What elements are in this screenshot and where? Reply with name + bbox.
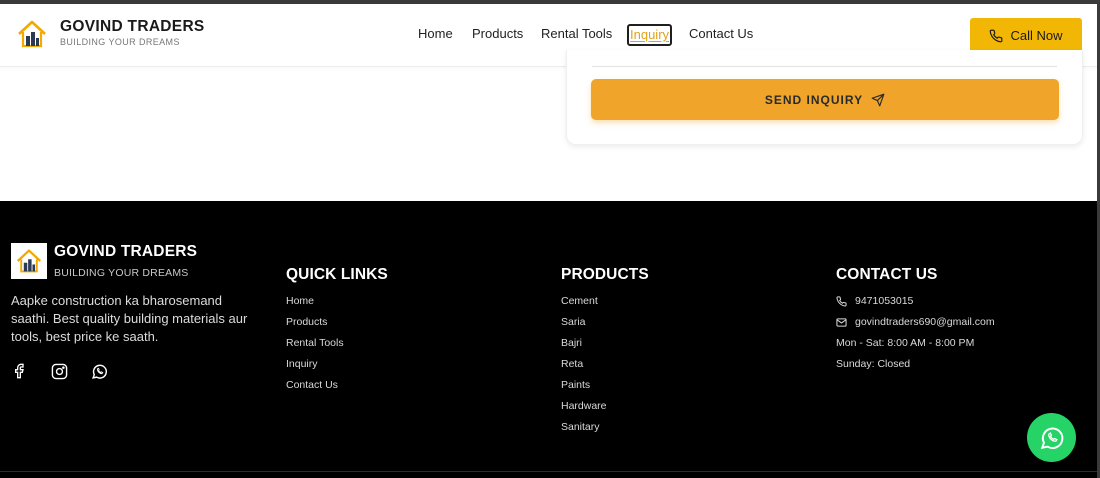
whatsapp-icon: [1040, 427, 1063, 449]
product-link-reta[interactable]: Reta: [561, 354, 649, 375]
footer-brand-name: GOVIND TRADERS: [54, 243, 198, 260]
nav-products[interactable]: Products: [472, 24, 523, 44]
form-field-bottom-border: [592, 66, 1057, 67]
send-icon: [871, 93, 885, 106]
brand-tagline: BUILDING YOUR DREAMS: [60, 37, 180, 47]
nav-home[interactable]: Home: [418, 24, 453, 44]
footer-products: PRODUCTS Cement Saria Bajri Reta Paints …: [561, 266, 649, 438]
nav-inquiry[interactable]: Inquiry: [627, 24, 673, 46]
products-title: PRODUCTS: [561, 266, 649, 283]
footer-divider: [0, 471, 1097, 472]
quick-link-inquiry[interactable]: Inquiry: [286, 354, 388, 375]
product-link-saria[interactable]: Saria: [561, 312, 649, 333]
mail-icon: [836, 318, 847, 327]
contact-email[interactable]: govindtraders690@gmail.com: [836, 312, 995, 333]
footer-brand-tagline: BUILDING YOUR DREAMS: [54, 267, 189, 279]
phone-icon: [836, 296, 847, 307]
product-link-hardware[interactable]: Hardware: [561, 396, 649, 417]
contact-phone-text: 9471053015: [855, 295, 914, 307]
product-link-sanitary[interactable]: Sanitary: [561, 417, 649, 438]
nav-rental-tools[interactable]: Rental Tools: [541, 24, 612, 44]
product-link-paints[interactable]: Paints: [561, 375, 649, 396]
quick-link-rental-tools[interactable]: Rental Tools: [286, 333, 388, 354]
send-inquiry-button[interactable]: SEND INQUIRY: [591, 79, 1059, 120]
call-now-label: Call Now: [1010, 28, 1063, 43]
nav-contact-us[interactable]: Contact Us: [689, 24, 753, 44]
whatsapp-icon[interactable]: [91, 362, 131, 380]
contact-phone[interactable]: 9471053015: [836, 291, 995, 312]
footer-logo-icon: [11, 243, 47, 279]
quick-links-title: QUICK LINKS: [286, 266, 388, 283]
brand-logo-icon: [18, 20, 46, 47]
send-inquiry-label: SEND INQUIRY: [764, 92, 864, 107]
contact-hours: Mon - Sat: 8:00 AM - 8:00 PM: [836, 337, 975, 349]
site-footer: GOVIND TRADERS BUILDING YOUR DREAMS Aapk…: [0, 201, 1097, 478]
footer-contact: CONTACT US 9471053015 govindtraders690@g…: [836, 266, 995, 375]
footer-quick-links: QUICK LINKS Home Products Rental Tools I…: [286, 266, 388, 396]
brand[interactable]: GOVIND TRADERS BUILDING YOUR DREAMS: [17, 18, 205, 49]
whatsapp-float-button[interactable]: [1027, 413, 1076, 462]
instagram-icon[interactable]: [51, 362, 91, 380]
phone-icon: [990, 29, 1003, 42]
contact-sunday: Sunday: Closed: [836, 358, 911, 370]
inquiry-form-card: SEND INQUIRY: [566, 50, 1083, 145]
footer-description: Aapke construction ka bharosemand saathi…: [11, 293, 248, 344]
product-link-bajri[interactable]: Bajri: [561, 333, 649, 354]
quick-link-contact-us[interactable]: Contact Us: [286, 375, 388, 396]
social-links: [11, 362, 131, 380]
contact-title: CONTACT US: [836, 266, 938, 283]
facebook-icon[interactable]: [11, 362, 51, 380]
footer-brand: GOVIND TRADERS BUILDING YOUR DREAMS: [11, 243, 197, 279]
product-link-cement[interactable]: Cement: [561, 291, 649, 312]
contact-email-text: govindtraders690@gmail.com: [855, 316, 995, 328]
call-now-button[interactable]: Call Now: [970, 18, 1082, 53]
quick-link-products[interactable]: Products: [286, 312, 388, 333]
brand-name: GOVIND TRADERS: [60, 18, 205, 35]
quick-link-home[interactable]: Home: [286, 291, 388, 312]
